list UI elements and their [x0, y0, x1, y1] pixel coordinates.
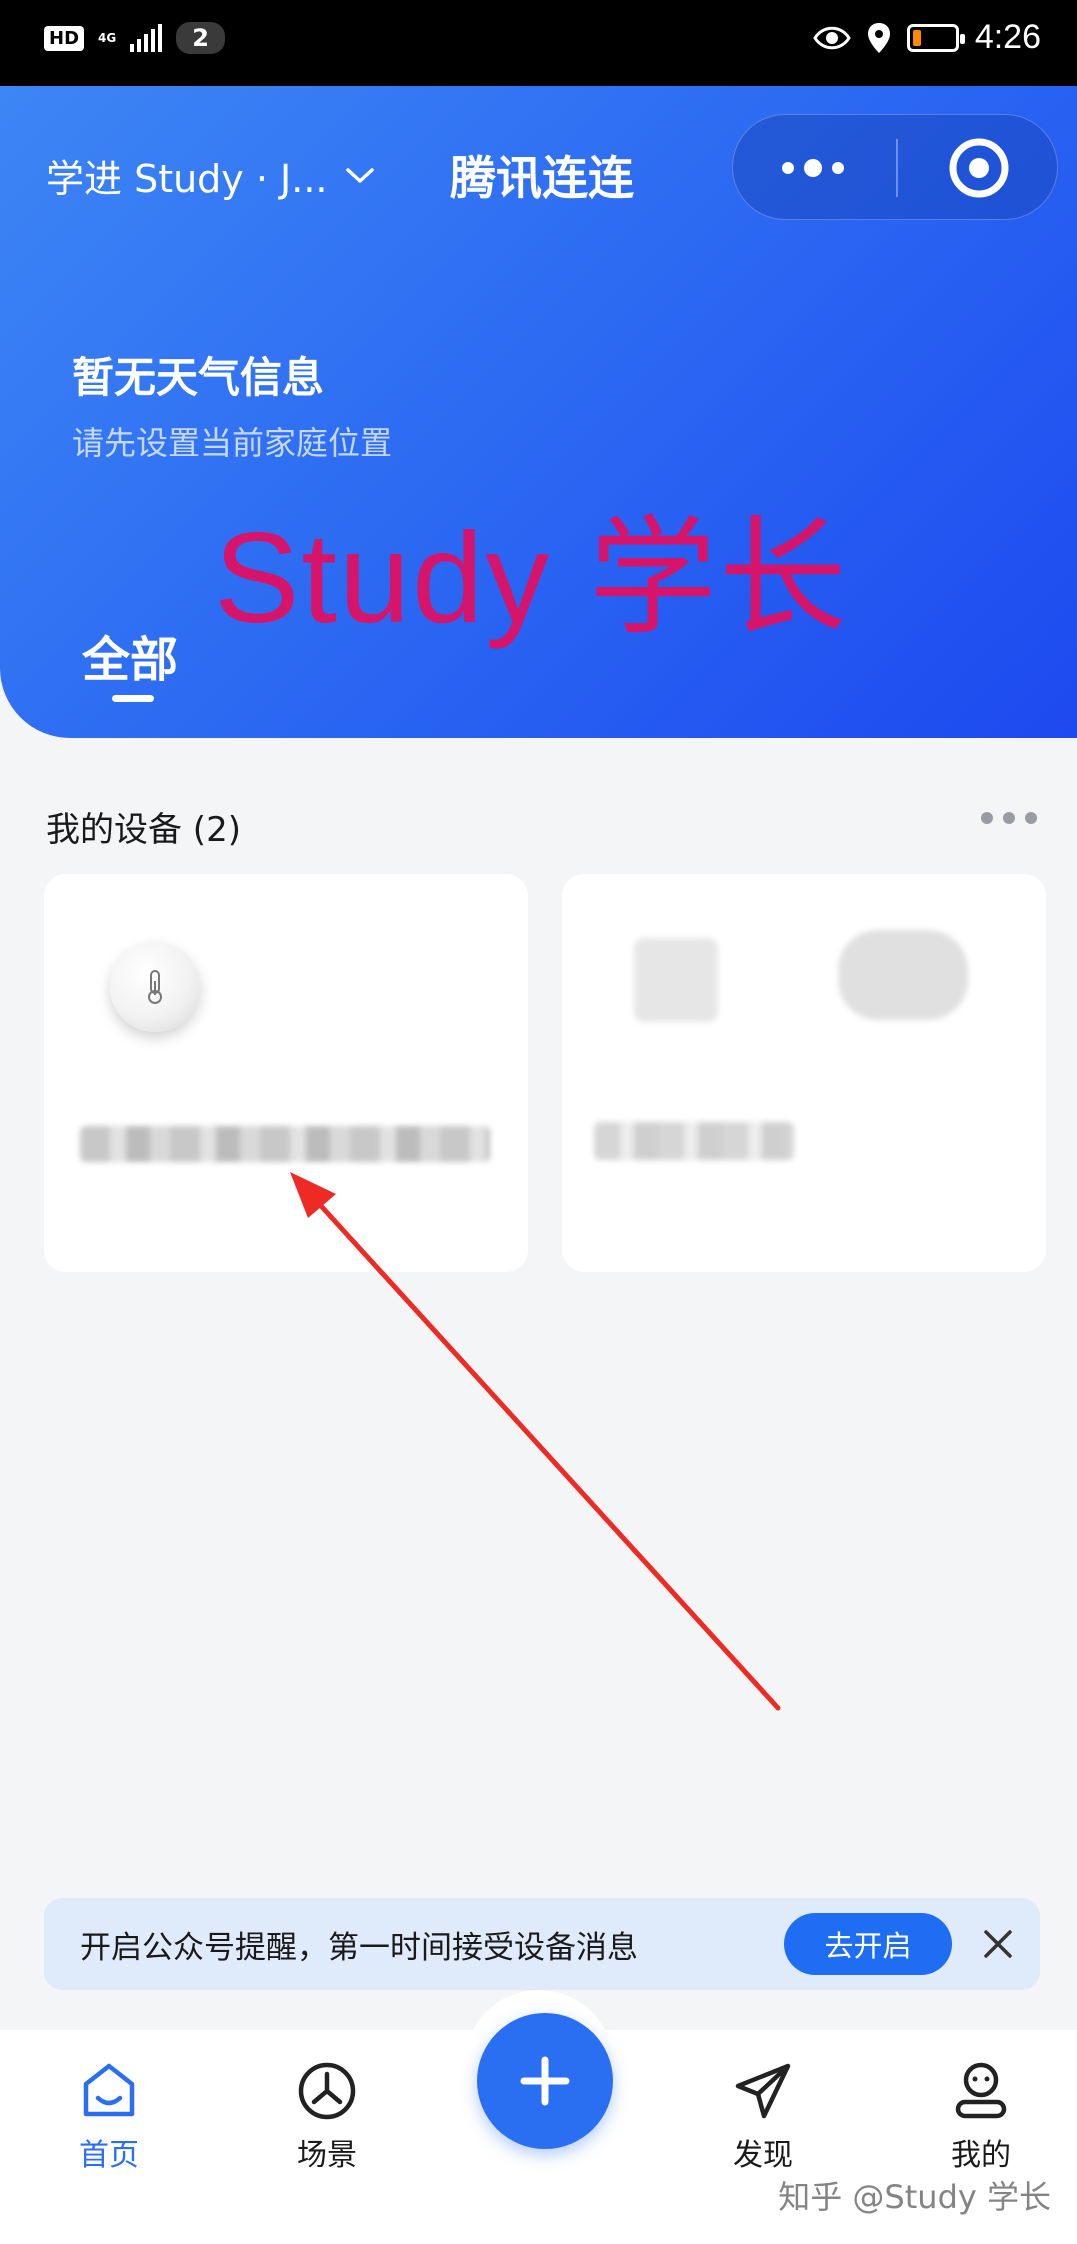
tab-active-indicator	[112, 695, 154, 702]
clock: 4:26	[974, 18, 1041, 56]
device-card[interactable]	[44, 874, 528, 1272]
close-miniprogram-button[interactable]	[899, 115, 1059, 221]
nav-discover[interactable]: 发现	[688, 2060, 838, 2174]
add-device-button[interactable]	[477, 2013, 613, 2149]
home-selector[interactable]: 学进 Study · J...	[46, 148, 375, 203]
weather-subtitle[interactable]: 请先设置当前家庭位置	[72, 418, 392, 464]
nav-home-label: 首页	[79, 2138, 139, 2173]
more-dots-icon	[782, 159, 844, 177]
home-name: 学进 Study · J...	[46, 157, 328, 201]
thermometer-icon	[110, 942, 200, 1032]
nav-home[interactable]: 首页	[34, 2060, 184, 2174]
status-bar: HD 4G 2 4:26	[0, 0, 1077, 86]
status-right: 4:26	[813, 18, 1041, 57]
close-icon[interactable]	[974, 1920, 1022, 1968]
home-icon	[83, 2063, 135, 2117]
weather-title[interactable]: 暂无天气信息	[72, 344, 324, 405]
sim-badge: 2	[176, 22, 225, 54]
device-image	[634, 938, 718, 1022]
footer-watermark: 知乎 @Study 学长	[778, 2178, 1051, 2216]
scene-clock-icon	[298, 2062, 356, 2120]
target-icon	[949, 138, 1009, 198]
enable-button[interactable]: 去开启	[784, 1913, 952, 1975]
network-type: 4G	[98, 31, 117, 45]
hd-badge: HD	[44, 25, 85, 51]
nav-scene-label: 场景	[297, 2138, 357, 2173]
more-menu-button[interactable]	[733, 115, 893, 221]
devices-more-button[interactable]	[981, 812, 1037, 824]
tab-all[interactable]: 全部	[82, 620, 178, 690]
discover-plane-icon	[735, 2063, 791, 2119]
app-title: 腾讯连连	[450, 151, 634, 205]
capsule-divider	[896, 139, 898, 197]
device-card[interactable]	[562, 874, 1046, 1272]
device-name-blurred	[80, 1126, 490, 1162]
home-header: 学进 Study · J... 腾讯连连 暂无天气信息 请先设置当前家庭位置 S…	[0, 86, 1077, 738]
subscribe-banner: 开启公众号提醒，第一时间接受设备消息 去开启	[44, 1898, 1040, 1990]
miniprogram-capsule	[732, 114, 1058, 220]
status-left: HD 4G 2	[44, 22, 225, 54]
battery-icon	[906, 23, 965, 52]
plus-icon	[520, 2056, 570, 2106]
nav-discover-label: 发现	[733, 2138, 793, 2173]
location-icon	[867, 22, 890, 53]
nav-mine-label: 我的	[951, 2138, 1011, 2173]
watermark-text: Study 学长	[214, 507, 849, 650]
my-devices-title: 我的设备 (2)	[46, 810, 241, 850]
eye-icon	[813, 26, 851, 49]
device-name-blurred	[594, 1122, 794, 1160]
profile-icon	[955, 2062, 1007, 2119]
nav-scene[interactable]: 场景	[252, 2060, 402, 2174]
device-image	[838, 930, 968, 1020]
banner-text: 开启公众号提醒，第一时间接受设备消息	[80, 1930, 638, 1966]
signal-icon	[130, 24, 163, 52]
chevron-down-icon	[346, 167, 375, 183]
nav-mine[interactable]: 我的	[906, 2060, 1056, 2174]
